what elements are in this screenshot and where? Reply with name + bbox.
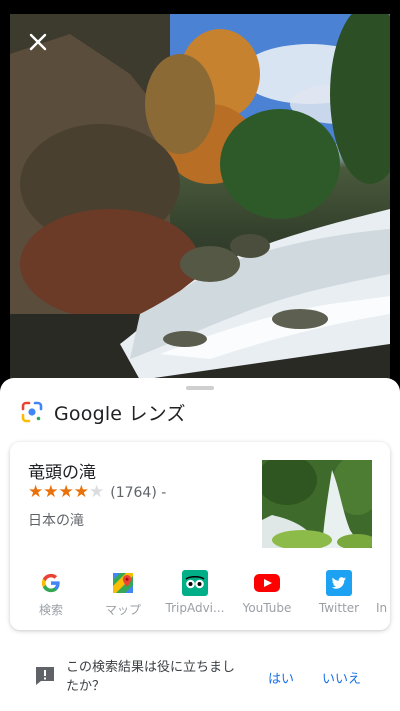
google-maps-icon xyxy=(113,573,133,593)
lens-header: Google レンズ xyxy=(20,398,186,426)
action-maps[interactable]: マップ xyxy=(88,570,158,618)
results-sheet: Google レンズ 竜頭の滝 ★★★★★ (1764) - 日本の滝 xyxy=(0,378,400,711)
action-label: YouTube xyxy=(242,601,292,615)
place-name: 竜頭の滝 xyxy=(28,463,96,483)
review-count: (1764) - xyxy=(110,484,167,501)
action-label: マップ xyxy=(104,603,141,617)
feedback-yes-button[interactable]: はい xyxy=(268,668,294,687)
close-button[interactable] xyxy=(28,32,56,60)
result-card[interactable]: 竜頭の滝 ★ ★ ★ ★ ★ (1764) - 日本の滝 検索 マップ Trip… xyxy=(10,442,390,630)
action-label: Twitter xyxy=(318,601,360,615)
twitter-icon xyxy=(326,570,352,596)
place-category: 日本の滝 xyxy=(28,513,84,529)
place-thumbnail[interactable] xyxy=(262,460,372,548)
lens-title: Google レンズ xyxy=(54,402,186,425)
action-youtube[interactable]: YouTube xyxy=(232,570,302,615)
waterfall-thumbnail xyxy=(262,460,372,548)
close-icon xyxy=(29,33,47,51)
action-instagram[interactable]: In xyxy=(376,570,390,615)
waterfall-photo xyxy=(10,14,390,380)
star-icon: ★ xyxy=(73,482,89,502)
rating-row: ★ ★ ★ ★ ★ (1764) - xyxy=(28,484,166,501)
drag-handle[interactable] xyxy=(186,386,214,390)
feedback-question: この検索結果は役に立ちましたか？ xyxy=(66,660,236,694)
action-search[interactable]: 検索 xyxy=(16,570,86,618)
action-twitter[interactable]: Twitter xyxy=(304,570,374,615)
star-icon: ★ xyxy=(43,482,59,502)
star-icon: ★ xyxy=(58,482,74,502)
instagram-icon xyxy=(376,570,390,596)
search-image xyxy=(10,14,390,380)
action-row: 検索 マップ TripAdvi... YouTube Twitter In xyxy=(10,570,390,618)
feedback-no-button[interactable]: いいえ xyxy=(322,668,361,687)
star-icon: ★ xyxy=(89,482,105,502)
tripadvisor-icon xyxy=(182,570,208,596)
google-lens-icon xyxy=(21,401,43,423)
action-label: TripAdvi... xyxy=(165,601,225,615)
feedback-icon xyxy=(33,664,57,692)
google-g-icon xyxy=(41,573,60,593)
feedback-bar: この検索結果は役に立ちましたか？ はい いいえ xyxy=(0,646,400,706)
youtube-icon xyxy=(254,574,280,592)
star-icon: ★ xyxy=(28,482,44,502)
action-tripadvisor[interactable]: TripAdvi... xyxy=(160,570,230,615)
action-label: In xyxy=(376,601,388,615)
action-label: 検索 xyxy=(38,603,63,617)
star-rating: ★ ★ ★ ★ ★ xyxy=(28,484,104,501)
